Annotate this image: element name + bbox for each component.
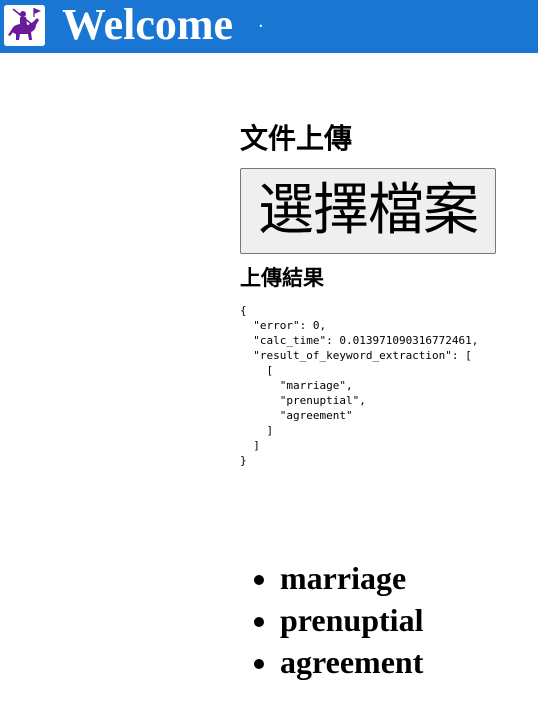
horse-rider-logo-icon <box>4 5 45 46</box>
keyword-list: marriage prenuptial agreement <box>240 557 423 683</box>
result-heading: 上傳結果 <box>240 266 324 290</box>
page-title: Welcome <box>62 0 234 49</box>
title-separator: · <box>258 16 264 37</box>
result-json: { "error": 0, "calc_time": 0.01397109031… <box>240 304 479 467</box>
top-app-bar: Welcome · <box>0 0 538 53</box>
upload-heading: 文件上傳 <box>240 122 353 155</box>
choose-file-button[interactable]: 選擇檔案 <box>240 168 496 254</box>
keyword-item: agreement <box>280 641 423 683</box>
keyword-item: marriage <box>280 557 423 599</box>
upload-section: 文件上傳 選擇檔案 上傳結果 { "error": 0, "calc_time"… <box>240 118 530 468</box>
keyword-item: prenuptial <box>280 599 423 641</box>
